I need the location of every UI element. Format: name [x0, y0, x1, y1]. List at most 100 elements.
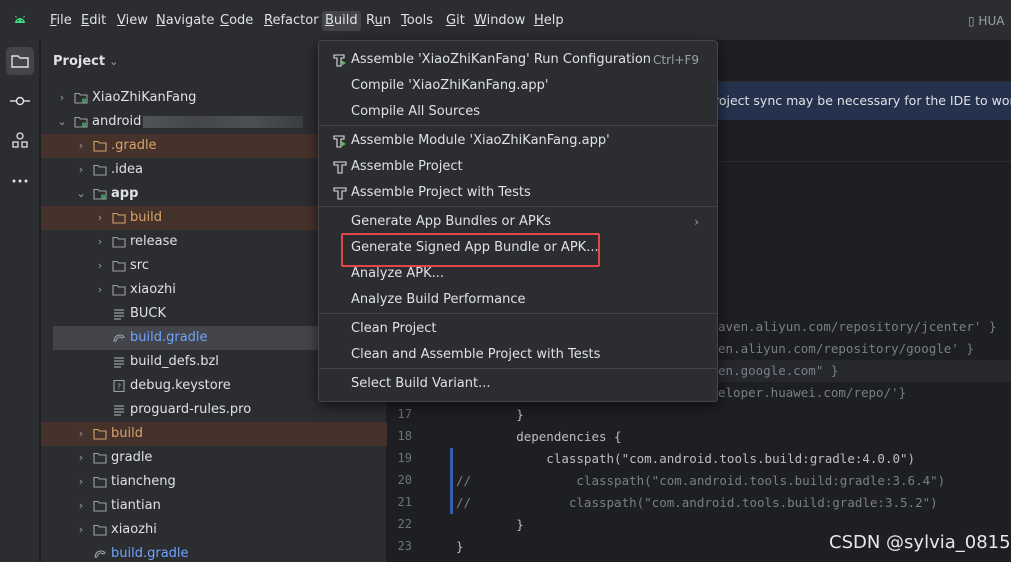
gradle-file-icon [94, 550, 106, 558]
build-menu-item-label: Assemble 'XiaoZhiKanFang' Run Configurat… [351, 52, 652, 67]
tree-item[interactable]: › xiaozhi [41, 518, 387, 542]
tree-item-label: .idea [111, 162, 143, 177]
chevron-right-icon[interactable]: › [75, 494, 87, 518]
chevron-right-icon[interactable]: › [75, 158, 87, 182]
menu-refactor[interactable]: Refactor [263, 11, 320, 31]
chevron-right-icon[interactable]: › [75, 518, 87, 542]
folder-icon [93, 140, 107, 152]
vcs-change-marker [450, 492, 453, 514]
build-menu-item-label: Clean Project [351, 321, 437, 336]
build-menu-item-label: Clean and Assemble Project with Tests [351, 347, 601, 362]
menu-file[interactable]: File [49, 11, 73, 31]
menu-tools[interactable]: Tools [400, 11, 434, 31]
build-menu-item-label: Assemble Module 'XiaoZhiKanFang.app' [351, 133, 610, 148]
tree-item-label: .gradle [111, 138, 157, 153]
tree-item[interactable]: › build [41, 422, 387, 446]
code-line: aven.aliyun.com/repository/jcenter' } [718, 319, 997, 334]
menu-run[interactable]: Run [365, 11, 392, 31]
code-line: dependencies { [456, 429, 622, 444]
chevron-right-icon[interactable]: › [75, 422, 87, 446]
build-menu-item[interactable]: Assemble Module 'XiaoZhiKanFang.app' [323, 128, 713, 154]
code-line: eloper.huawei.com/repo/'} [718, 385, 907, 400]
folder-icon [93, 452, 107, 464]
annotation-highlight-box [341, 233, 600, 267]
chevron-right-icon[interactable]: › [75, 446, 87, 470]
build-menu-item[interactable]: Assemble 'XiaoZhiKanFang' Run Configurat… [323, 47, 713, 73]
gradle-file-icon [113, 334, 125, 342]
build-menu-item[interactable]: Assemble Project with Tests [323, 180, 713, 206]
menu-git[interactable]: Git [445, 11, 466, 31]
menu-separator [319, 313, 717, 314]
chevron-right-icon[interactable]: › [94, 206, 106, 230]
module-folder-icon [74, 116, 88, 128]
folder-icon [112, 236, 126, 248]
tree-item-label: build_defs.bzl [130, 354, 219, 369]
menu-shortcut: Ctrl+F9 [653, 53, 699, 67]
build-menu-item-label: Generate App Bundles or APKs [351, 214, 552, 229]
project-view-selector[interactable]: Project ⌄ [53, 53, 118, 71]
chevron-right-icon[interactable]: › [56, 86, 68, 110]
build-menu-item-label: Select Build Variant... [351, 376, 491, 391]
build-menu-item[interactable]: Assemble Project [323, 154, 713, 180]
watermark: CSDN @sylvia_0815 [829, 532, 1011, 553]
chevron-right-icon[interactable]: › [75, 134, 87, 158]
menu-view[interactable]: View [116, 11, 149, 31]
tree-item-label: tiantian [111, 498, 161, 513]
menu-separator [319, 368, 717, 369]
tree-item-label: BUCK [130, 306, 167, 321]
tree-item[interactable]: › tiantian [41, 494, 387, 518]
device-indicator[interactable]: ▯ HUA [968, 11, 1004, 31]
tree-item-label: release [130, 234, 178, 249]
menu-edit[interactable]: Edit [80, 11, 107, 31]
commit-tool-button[interactable] [6, 87, 34, 115]
line-number: 22 [397, 517, 412, 531]
build-menu-item-label: Compile 'XiaoZhiKanFang.app' [351, 78, 549, 93]
line-number: 21 [397, 495, 412, 509]
module-folder-icon [74, 92, 88, 104]
code-line: en.aliyun.com/repository/google' } [718, 341, 974, 356]
menu-code[interactable]: Code [219, 11, 254, 31]
sync-banner-text: roject sync may be necessary for the IDE… [714, 93, 1011, 108]
tree-item[interactable]: › tiancheng [41, 470, 387, 494]
commit-icon [10, 96, 30, 106]
text-file-icon [114, 405, 124, 416]
build-menu-item[interactable]: Analyze Build Performance [323, 287, 713, 313]
menu-build[interactable]: Build [322, 11, 361, 31]
line-number: 17 [397, 407, 412, 421]
menu-navigate[interactable]: Navigate [155, 11, 215, 31]
menu-window[interactable]: Window [473, 11, 526, 31]
build-menu-item[interactable]: Clean Project [323, 316, 713, 342]
chevron-right-icon[interactable]: › [94, 254, 106, 278]
tree-item-label: app [111, 186, 139, 201]
chevron-right-icon: › [694, 215, 699, 229]
structure-tool-button[interactable] [6, 127, 34, 155]
tree-item-label: build [130, 210, 162, 225]
code-line: classpath("com.android.tools.build:gradl… [456, 451, 916, 466]
menu-separator [319, 206, 717, 207]
menu-help[interactable]: Help [533, 11, 565, 31]
code-line: } [456, 407, 524, 422]
tree-item[interactable]: › gradle [41, 446, 387, 470]
project-tool-button[interactable] [6, 47, 34, 75]
chevron-down-icon[interactable]: ⌄ [75, 182, 87, 206]
tree-item-label: tiancheng [111, 474, 176, 489]
line-number: 19 [397, 451, 412, 465]
build-menu-item-label: Analyze Build Performance [351, 292, 526, 307]
tree-item[interactable]: build.gradle [41, 542, 387, 562]
line-number: 18 [397, 429, 412, 443]
hammer-icon [333, 161, 347, 174]
tree-item[interactable]: build.gradle [53, 326, 319, 350]
build-menu-item[interactable]: Compile All Sources [323, 99, 713, 125]
code-line: // classpath("com.android.tools.build:gr… [456, 495, 938, 510]
build-menu-item[interactable]: Select Build Variant... [323, 371, 713, 397]
chevron-right-icon[interactable]: › [94, 230, 106, 254]
build-menu-item[interactable]: Generate App Bundles or APKs › [323, 209, 713, 235]
tree-item-label: src [130, 258, 149, 273]
more-tools-button[interactable] [6, 167, 34, 195]
build-menu-item[interactable]: Clean and Assemble Project with Tests [323, 342, 713, 368]
chevron-down-icon[interactable]: ⌄ [56, 110, 68, 134]
chevron-right-icon[interactable]: › [75, 470, 87, 494]
tree-item-label: build [111, 426, 143, 441]
build-menu-item[interactable]: Compile 'XiaoZhiKanFang.app' [323, 73, 713, 99]
chevron-right-icon[interactable]: › [94, 278, 106, 302]
